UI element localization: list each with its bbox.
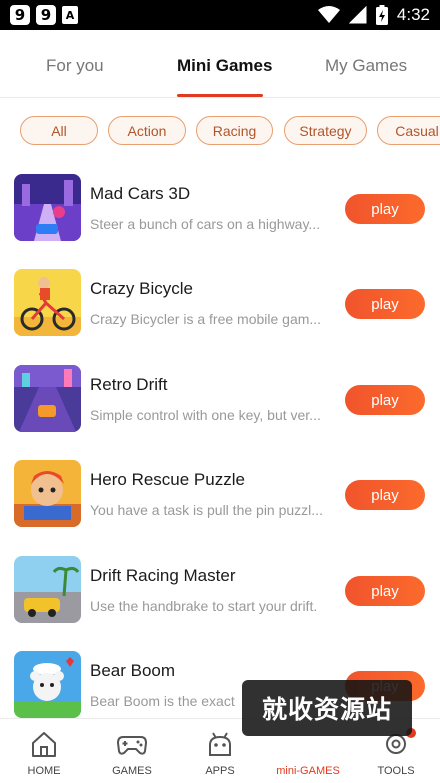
bear-boom-icon: [14, 651, 81, 718]
top-tabs: For you Mini Games My Games: [0, 30, 440, 98]
hero-rescue-puzzle-icon: [14, 460, 81, 527]
game-title: Drift Racing Master: [90, 566, 236, 585]
chip-strategy[interactable]: Strategy: [284, 116, 367, 145]
game-description: Steer a bunch of cars on a highway...: [90, 216, 321, 232]
chip-racing[interactable]: Racing: [196, 116, 273, 145]
play-button[interactable]: play: [345, 480, 425, 510]
game-description: Use the handbrake to start your drift.: [90, 598, 318, 614]
game-title: Crazy Bicycle: [90, 279, 193, 298]
retro-drift-icon: [14, 365, 81, 432]
game-description: Crazy Bicycler is a free mobile gam...: [90, 311, 322, 327]
nav-label: TOOLS: [377, 765, 415, 777]
tab-for-you[interactable]: For you: [46, 56, 104, 76]
mad-cars-3d-icon: [14, 174, 81, 241]
nav-label: mini-GAMES: [276, 765, 340, 777]
battery-charging-icon: [375, 5, 388, 25]
category-chips: All Action Racing Strategy Casual: [0, 116, 440, 148]
nav-label: GAMES: [112, 765, 152, 777]
crazy-bicycle-icon: [14, 269, 81, 336]
play-button[interactable]: play: [345, 576, 425, 606]
nav-apps[interactable]: APPS: [180, 729, 260, 777]
clock: 4:32: [396, 5, 430, 24]
game-row[interactable]: Mad Cars 3D Steer a bunch of cars on a h…: [0, 160, 440, 250]
signal-icon: [348, 6, 367, 24]
tab-mini-games[interactable]: Mini Games: [177, 56, 272, 76]
watermark-overlay: 就收资源站: [242, 680, 412, 736]
nav-tools[interactable]: TOOLS: [356, 729, 436, 777]
wifi-icon: [317, 6, 340, 23]
nav-label: APPS: [205, 765, 235, 777]
game-row[interactable]: Drift Racing Master Use the handbrake to…: [0, 542, 440, 632]
chip-casual[interactable]: Casual: [377, 116, 440, 145]
gamepad-icon: [117, 736, 147, 755]
nav-mini-games[interactable]: mini-GAMES: [268, 729, 348, 777]
game-title: Bear Boom: [90, 661, 176, 680]
drift-racing-master-icon: [14, 556, 81, 623]
game-description: You have a task is pull the pin puzzl...: [90, 502, 323, 518]
game-row[interactable]: Retro Drift Simple control with one key,…: [0, 351, 440, 441]
game-title: Mad Cars 3D: [90, 184, 191, 203]
notification-badge-icon: A: [62, 6, 78, 24]
chip-action[interactable]: Action: [108, 116, 186, 145]
game-row[interactable]: Hero Rescue Puzzle You have a task is pu…: [0, 446, 440, 536]
notification-badge-icon: 9: [36, 5, 56, 25]
nav-label: HOME: [27, 765, 61, 777]
nav-games[interactable]: GAMES: [92, 729, 172, 777]
status-bar: 9 9 A 4:32: [0, 0, 440, 30]
game-row[interactable]: Crazy Bicycle Crazy Bicycler is a free m…: [0, 255, 440, 345]
app-screen: 9 9 A 4:32 For you Mini Games My Games A…: [0, 0, 440, 783]
nav-home[interactable]: HOME: [4, 729, 84, 777]
home-icon: [32, 732, 56, 757]
play-button[interactable]: play: [345, 289, 425, 319]
game-description: Simple control with one key, but ver...: [90, 407, 321, 423]
play-button[interactable]: play: [345, 385, 425, 415]
game-title: Retro Drift: [90, 375, 168, 394]
active-tab-indicator: [177, 94, 263, 97]
android-icon: [209, 732, 231, 756]
play-button[interactable]: play: [345, 194, 425, 224]
tab-my-games[interactable]: My Games: [325, 56, 407, 76]
game-title: Hero Rescue Puzzle: [90, 470, 245, 489]
notification-badge-icon: 9: [10, 5, 30, 25]
chip-all[interactable]: All: [20, 116, 98, 145]
